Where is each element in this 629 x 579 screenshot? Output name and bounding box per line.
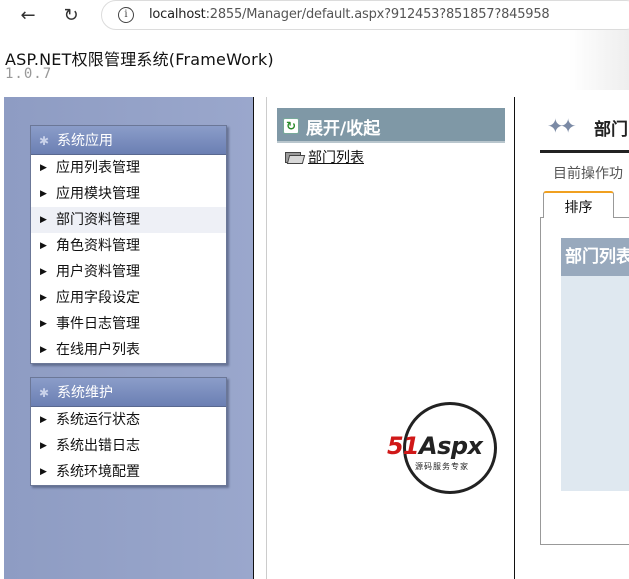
triangle-right-icon: ▶ bbox=[40, 441, 47, 451]
sidebar-group-header[interactable]: ✱ 系统应用 bbox=[31, 126, 226, 155]
sidebar-item-departments[interactable]: ▶ 部门资料管理 bbox=[31, 207, 226, 233]
logo-subtitle: 源码服务专家 bbox=[415, 462, 469, 471]
address-bar[interactable]: i localhost:2855/Manager/default.aspx?91… bbox=[101, 0, 629, 30]
sidebar-item-users[interactable]: ▶ 用户资料管理 bbox=[31, 259, 226, 285]
star-icon: ✱ bbox=[39, 386, 50, 400]
tree-toggle-header[interactable]: ↻ 展开/收起 bbox=[277, 108, 505, 143]
tab-sort[interactable]: 排序 bbox=[543, 191, 614, 218]
sidebar-item-app-fields[interactable]: ▶ 应用字段设定 bbox=[31, 285, 226, 311]
triangle-right-icon: ▶ bbox=[40, 241, 47, 251]
app-header: ASP.NET权限管理系统(FrameWork) 1.0.7 bbox=[0, 30, 629, 97]
logo-51: 51 bbox=[387, 432, 419, 460]
tree-item-label[interactable]: 部门列表 bbox=[308, 147, 364, 167]
department-list-body bbox=[561, 276, 629, 491]
tools-icon: ✦✦ bbox=[547, 114, 577, 138]
triangle-right-icon: ▶ bbox=[40, 163, 47, 173]
sidebar-item-online-users[interactable]: ▶ 在线用户列表 bbox=[31, 337, 226, 363]
title-rule bbox=[540, 150, 629, 153]
sidebar-item-system-status[interactable]: ▶ 系统运行状态 bbox=[31, 407, 226, 433]
sidebar-group-maintenance: ✱ 系统维护 ▶ 系统运行状态 ▶ 系统出错日志 ▶ 系统环境配置 bbox=[30, 377, 227, 486]
folder-icon bbox=[284, 150, 306, 164]
refresh-icon[interactable]: ↻ bbox=[283, 118, 299, 134]
brand-logo: 51 Aspx 源码服务专家 bbox=[387, 402, 512, 496]
header-decoration bbox=[569, 30, 629, 90]
sidebar-group-apps: ✱ 系统应用 ▶ 应用列表管理 ▶ 应用模块管理 ▶ 部门资料管理 ▶ 角色资料管理 ▶… bbox=[30, 125, 227, 364]
triangle-right-icon: ▶ bbox=[40, 319, 47, 329]
tree-item-department-list[interactable]: 部门列表 bbox=[284, 148, 364, 166]
department-list-header: 部门列表 bbox=[561, 238, 629, 276]
sidebar: ✱ 系统应用 ▶ 应用列表管理 ▶ 应用模块管理 ▶ 部门资料管理 ▶ 角色资料管理 ▶… bbox=[4, 97, 253, 579]
triangle-right-icon: ▶ bbox=[40, 345, 47, 355]
sidebar-item-error-log[interactable]: ▶ 系统出错日志 bbox=[31, 433, 226, 459]
sidebar-item-event-log[interactable]: ▶ 事件日志管理 bbox=[31, 311, 226, 337]
app-version: 1.0.7 bbox=[5, 66, 53, 82]
sidebar-item-env-config[interactable]: ▶ 系统环境配置 bbox=[31, 459, 226, 485]
middle-panel-border bbox=[253, 97, 267, 579]
url-text[interactable]: localhost:2855/Manager/default.aspx?9124… bbox=[149, 7, 550, 22]
browser-toolbar: ← ↻ i localhost:2855/Manager/default.asp… bbox=[0, 0, 629, 30]
middle-panel-divider bbox=[266, 97, 267, 579]
sidebar-group-header[interactable]: ✱ 系统维护 bbox=[31, 378, 226, 407]
triangle-right-icon: ▶ bbox=[40, 293, 47, 303]
triangle-right-icon: ▶ bbox=[40, 215, 47, 225]
back-arrow-icon[interactable]: ← bbox=[16, 3, 40, 27]
content-title: 部门 bbox=[594, 120, 628, 140]
info-icon[interactable]: i bbox=[118, 7, 134, 23]
tree-toggle-label[interactable]: 展开/收起 bbox=[306, 114, 380, 139]
sidebar-item-app-list[interactable]: ▶ 应用列表管理 bbox=[31, 155, 226, 181]
current-operation: 目前操作功 bbox=[553, 166, 623, 182]
sidebar-item-roles[interactable]: ▶ 角色资料管理 bbox=[31, 233, 226, 259]
triangle-right-icon: ▶ bbox=[40, 189, 47, 199]
star-icon: ✱ bbox=[39, 134, 50, 148]
logo-aspx: Aspx bbox=[419, 432, 483, 460]
triangle-right-icon: ▶ bbox=[40, 467, 47, 477]
triangle-right-icon: ▶ bbox=[40, 415, 47, 425]
reload-icon[interactable]: ↻ bbox=[59, 3, 83, 27]
triangle-right-icon: ▶ bbox=[40, 267, 47, 277]
sidebar-item-app-modules[interactable]: ▶ 应用模块管理 bbox=[31, 181, 226, 207]
